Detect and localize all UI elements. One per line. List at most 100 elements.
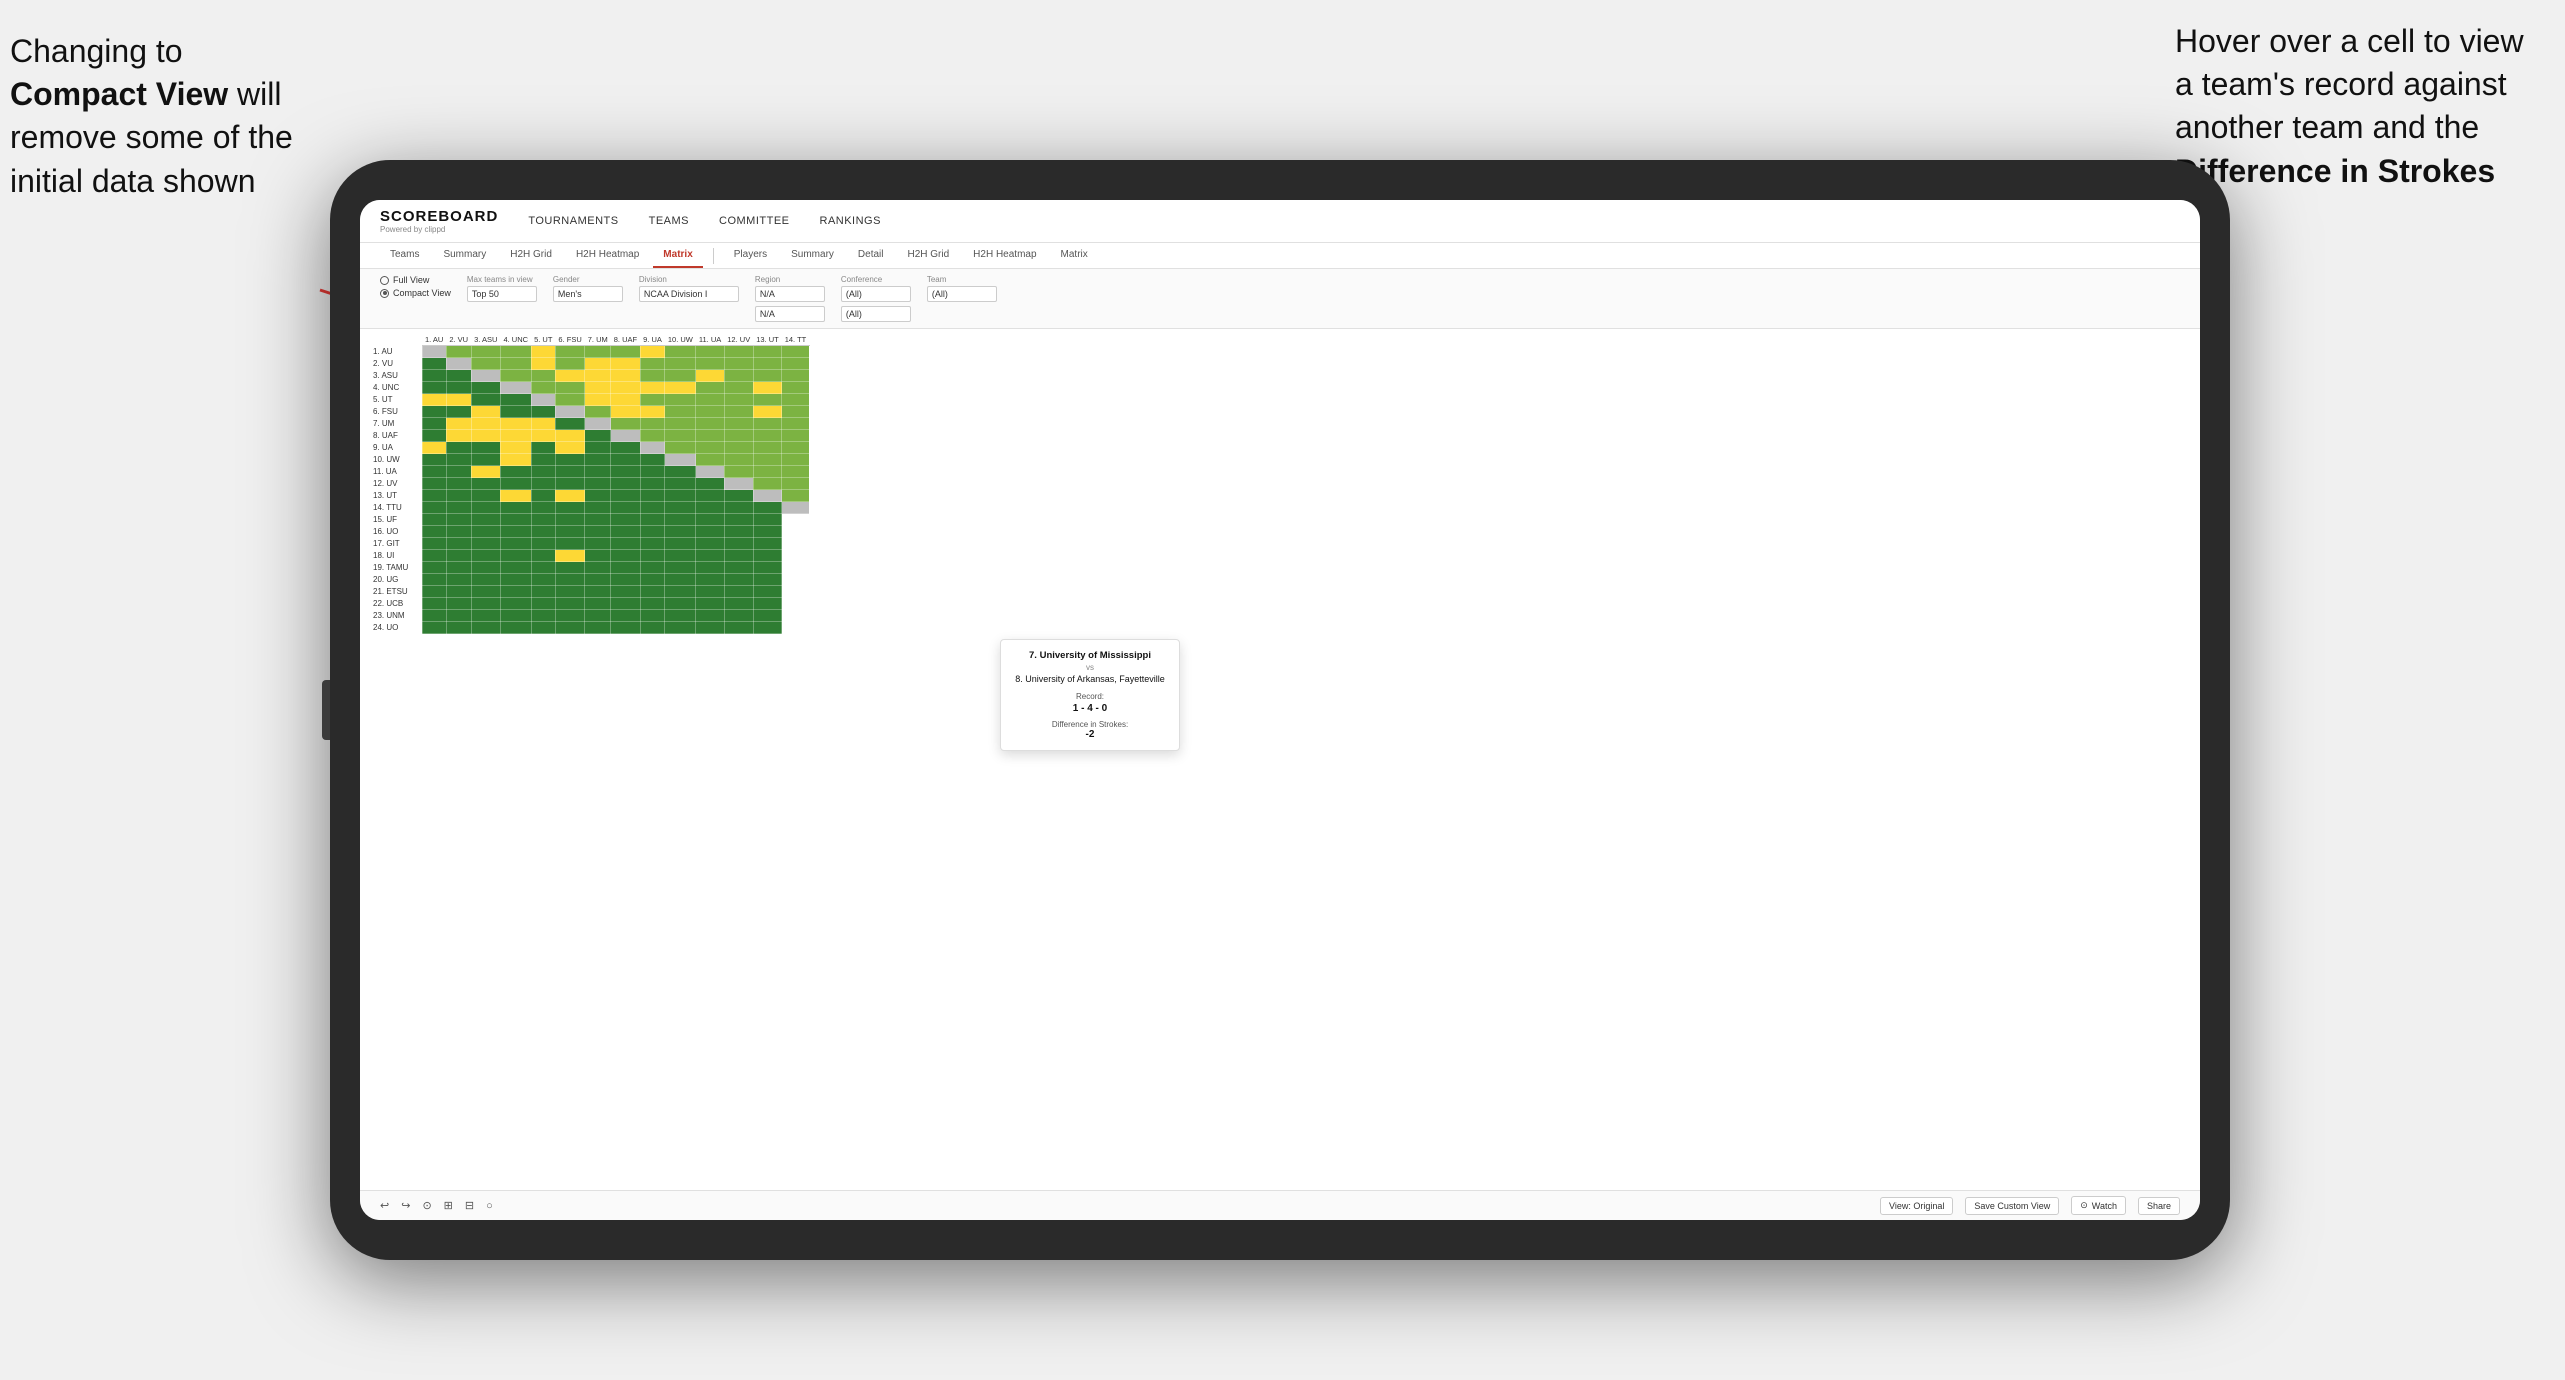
matrix-cell[interactable] <box>696 370 724 382</box>
matrix-cell[interactable] <box>531 394 555 406</box>
matrix-cell[interactable] <box>446 526 471 538</box>
matrix-cell[interactable] <box>782 574 810 586</box>
matrix-cell[interactable] <box>555 574 584 586</box>
matrix-cell[interactable] <box>696 394 724 406</box>
matrix-cell[interactable] <box>782 370 810 382</box>
matrix-cell[interactable] <box>665 454 696 466</box>
matrix-cell[interactable] <box>665 430 696 442</box>
matrix-cell[interactable] <box>782 454 810 466</box>
matrix-cell[interactable] <box>611 538 640 550</box>
matrix-cell[interactable] <box>611 382 640 394</box>
matrix-cell[interactable] <box>696 382 724 394</box>
matrix-cell[interactable] <box>500 490 531 502</box>
matrix-cell[interactable] <box>585 502 611 514</box>
matrix-cell[interactable] <box>422 622 446 634</box>
matrix-cell[interactable] <box>696 622 724 634</box>
matrix-cell[interactable] <box>782 538 810 550</box>
matrix-cell[interactable] <box>640 622 665 634</box>
matrix-cell[interactable] <box>422 394 446 406</box>
matrix-cell[interactable] <box>531 418 555 430</box>
matrix-cell[interactable] <box>611 418 640 430</box>
matrix-cell[interactable] <box>422 382 446 394</box>
matrix-cell[interactable] <box>555 562 584 574</box>
matrix-cell[interactable] <box>782 502 810 514</box>
matrix-cell[interactable] <box>640 358 665 370</box>
matrix-cell[interactable] <box>422 514 446 526</box>
matrix-cell[interactable] <box>665 574 696 586</box>
matrix-cell[interactable] <box>611 346 640 358</box>
matrix-cell[interactable] <box>782 598 810 610</box>
matrix-cell[interactable] <box>782 562 810 574</box>
matrix-cell[interactable] <box>500 538 531 550</box>
matrix-cell[interactable] <box>665 442 696 454</box>
matrix-cell[interactable] <box>446 586 471 598</box>
matrix-cell[interactable] <box>446 394 471 406</box>
matrix-cell[interactable] <box>446 490 471 502</box>
matrix-cell[interactable] <box>422 478 446 490</box>
matrix-cell[interactable] <box>555 394 584 406</box>
matrix-cell[interactable] <box>782 382 810 394</box>
matrix-cell[interactable] <box>422 490 446 502</box>
matrix-cell[interactable] <box>665 466 696 478</box>
matrix-cell[interactable] <box>665 394 696 406</box>
matrix-cell[interactable] <box>585 622 611 634</box>
matrix-cell[interactable] <box>422 442 446 454</box>
matrix-cell[interactable] <box>611 442 640 454</box>
matrix-cell[interactable] <box>446 382 471 394</box>
matrix-cell[interactable] <box>696 538 724 550</box>
filter-gender-select[interactable]: Men's <box>553 286 623 302</box>
matrix-cell[interactable] <box>696 454 724 466</box>
matrix-cell[interactable] <box>724 514 753 526</box>
matrix-cell[interactable] <box>446 502 471 514</box>
matrix-cell[interactable] <box>640 466 665 478</box>
matrix-cell[interactable] <box>531 514 555 526</box>
matrix-cell[interactable] <box>665 358 696 370</box>
matrix-cell[interactable] <box>555 586 584 598</box>
matrix-cell[interactable] <box>585 562 611 574</box>
radio-compact-view[interactable]: Compact View <box>380 288 451 298</box>
matrix-cell[interactable] <box>500 454 531 466</box>
matrix-cell[interactable] <box>611 562 640 574</box>
matrix-cell[interactable] <box>446 430 471 442</box>
matrix-cell[interactable] <box>640 346 665 358</box>
nav-rankings[interactable]: RANKINGS <box>820 215 881 227</box>
matrix-cell[interactable] <box>611 610 640 622</box>
matrix-cell[interactable] <box>555 466 584 478</box>
matrix-cell[interactable] <box>611 358 640 370</box>
matrix-cell[interactable] <box>696 346 724 358</box>
matrix-cell[interactable] <box>611 514 640 526</box>
matrix-cell[interactable] <box>500 406 531 418</box>
matrix-cell[interactable] <box>724 466 753 478</box>
matrix-cell[interactable] <box>665 598 696 610</box>
matrix-cell[interactable] <box>665 346 696 358</box>
matrix-cell[interactable] <box>665 622 696 634</box>
matrix-cell[interactable] <box>585 394 611 406</box>
matrix-cell[interactable] <box>611 502 640 514</box>
matrix-cell[interactable] <box>696 490 724 502</box>
matrix-cell[interactable] <box>753 598 782 610</box>
matrix-cell[interactable] <box>696 358 724 370</box>
matrix-cell[interactable] <box>585 442 611 454</box>
matrix-cell[interactable] <box>585 406 611 418</box>
matrix-cell[interactable] <box>531 478 555 490</box>
matrix-cell[interactable] <box>753 562 782 574</box>
matrix-cell[interactable] <box>640 574 665 586</box>
matrix-cell[interactable] <box>640 442 665 454</box>
matrix-cell[interactable] <box>753 514 782 526</box>
matrix-cell[interactable] <box>782 430 810 442</box>
matrix-cell[interactable] <box>724 358 753 370</box>
matrix-cell[interactable] <box>531 358 555 370</box>
matrix-cell[interactable] <box>500 610 531 622</box>
matrix-cell[interactable] <box>611 598 640 610</box>
matrix-cell[interactable] <box>724 490 753 502</box>
matrix-cell[interactable] <box>422 598 446 610</box>
matrix-cell[interactable] <box>724 586 753 598</box>
matrix-cell[interactable] <box>531 610 555 622</box>
matrix-cell[interactable] <box>555 550 584 562</box>
matrix-cell[interactable] <box>471 394 500 406</box>
matrix-cell[interactable] <box>446 442 471 454</box>
matrix-cell[interactable] <box>471 430 500 442</box>
filter-team-select[interactable]: (All) <box>927 286 997 302</box>
matrix-cell[interactable] <box>640 454 665 466</box>
matrix-cell[interactable] <box>696 418 724 430</box>
